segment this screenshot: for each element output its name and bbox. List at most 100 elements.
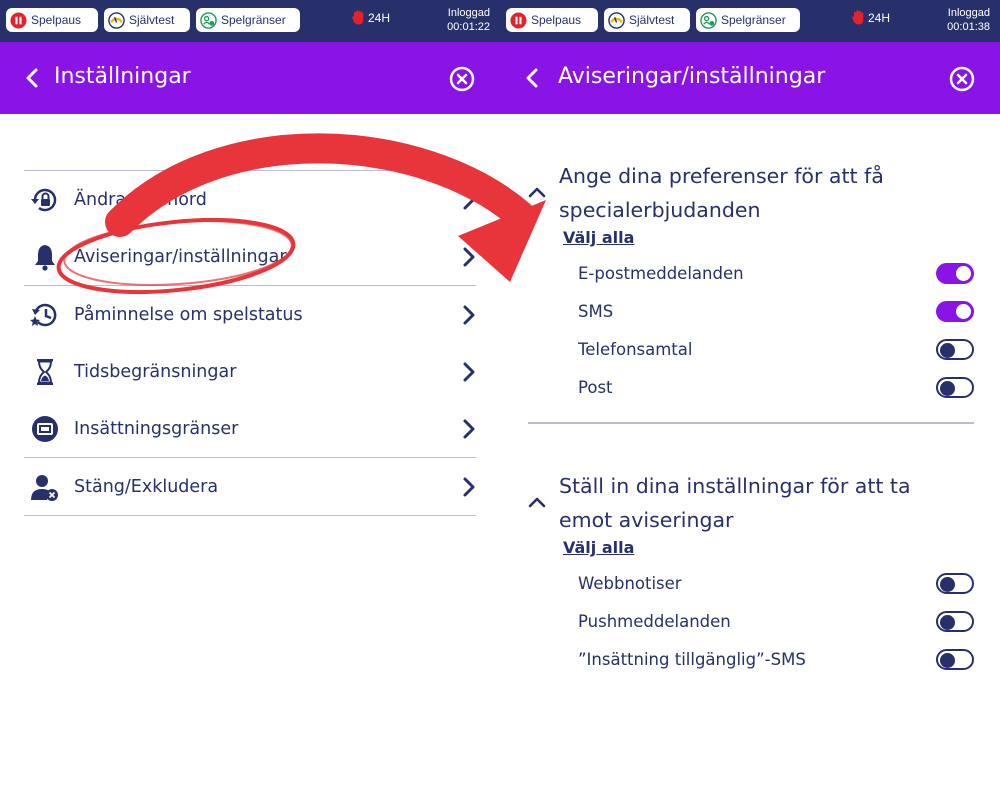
notifications-settings-screen: Spelpaus Självtest Spelgränser 24H Inlog…	[500, 0, 1000, 800]
pause-icon	[510, 11, 527, 29]
option-email: E-postmeddelanden	[528, 256, 974, 294]
menu-label: Påminnelse om spelstatus	[74, 304, 303, 325]
select-all-link[interactable]: Välj alla	[563, 538, 634, 557]
menu-item-play-status-reminder[interactable]: Påminnelse om spelstatus	[24, 286, 476, 343]
web-notifications-toggle[interactable]	[936, 573, 974, 594]
chevron-right-icon	[463, 362, 475, 382]
push-toggle[interactable]	[936, 611, 974, 632]
menu-label: Aviseringar/inställningar	[74, 246, 287, 267]
sms-toggle[interactable]	[936, 301, 974, 322]
gauge-icon	[608, 11, 625, 29]
sjalvtest-button[interactable]: Självtest	[104, 8, 190, 32]
limit-label: 24H	[368, 10, 391, 25]
menu-item-change-password[interactable]: Ändra lösenord	[24, 171, 476, 228]
option-label: ”Insättning tillgänglig”-SMS	[578, 650, 806, 669]
spelgranser-button[interactable]: Spelgränser	[196, 8, 300, 32]
lock-reset-icon	[31, 188, 57, 212]
menu-group-exclusion: Stäng/Exkludera	[24, 457, 476, 516]
logged-in-label: Inloggad	[447, 7, 490, 19]
option-label: Pushmeddelanden	[578, 612, 731, 631]
menu-label: Ändra lösenord	[74, 189, 207, 210]
phone-toggle[interactable]	[936, 339, 974, 360]
status-bar: Spelpaus Självtest Spelgränser 24H Inlog…	[0, 0, 500, 42]
section-title: Ställ in dina inställningar för att ta e…	[559, 474, 911, 532]
sjalvtest-button[interactable]: Självtest	[604, 8, 690, 32]
toggle-knob	[940, 652, 955, 668]
sjalvtest-label: Självtest	[129, 13, 175, 27]
chevron-right-icon	[463, 305, 475, 325]
option-label: Webbnotiser	[578, 574, 682, 593]
close-icon[interactable]	[449, 66, 475, 92]
menu-group-limits: Påminnelse om spelstatus Tidsbegränsning…	[24, 285, 476, 457]
option-deposit-sms: ”Insättning tillgänglig”-SMS	[528, 642, 974, 680]
spelpaus-label: Spelpaus	[531, 13, 582, 27]
option-phone: Telefonsamtal	[528, 332, 974, 370]
close-icon[interactable]	[949, 66, 975, 92]
toggle-knob	[956, 304, 971, 319]
option-label: E-postmeddelanden	[578, 264, 744, 283]
spelpaus-button[interactable]: Spelpaus	[6, 8, 98, 32]
limits-icon	[700, 11, 717, 29]
hand-stop-icon	[352, 10, 364, 25]
notification-settings-section: Ställ in dina inställningar för att ta e…	[528, 468, 974, 688]
chevron-up-icon[interactable]	[528, 496, 546, 508]
page-title: Aviseringar/inställningar	[558, 64, 826, 89]
gauge-icon	[108, 11, 125, 29]
time-limit-indicator[interactable]: 24H	[852, 10, 890, 25]
toggle-knob	[940, 614, 955, 630]
page-header: Inställningar	[0, 42, 500, 114]
time-limit-indicator[interactable]: 24H	[352, 10, 390, 25]
spelgranser-button[interactable]: Spelgränser	[696, 8, 800, 32]
menu-label: Stäng/Exkludera	[74, 476, 219, 497]
option-post: Post	[528, 370, 974, 408]
limits-icon	[200, 11, 217, 29]
hand-stop-icon	[852, 10, 864, 25]
post-toggle[interactable]	[936, 377, 974, 398]
toggle-knob	[940, 342, 955, 358]
back-chevron-icon[interactable]	[22, 64, 42, 92]
status-bar: Spelpaus Självtest Spelgränser 24H Inlog…	[500, 0, 1000, 42]
settings-screen: Spelpaus Självtest Spelgränser 24H Inlog…	[0, 0, 500, 800]
clock-history-icon	[30, 303, 57, 327]
option-sms: SMS	[528, 294, 974, 332]
menu-item-notifications[interactable]: Aviseringar/inställningar	[24, 228, 476, 285]
menu-item-close-exclude[interactable]: Stäng/Exkludera	[24, 458, 476, 515]
deposit-limit-icon	[32, 416, 58, 442]
select-all-link[interactable]: Välj alla	[563, 228, 634, 247]
spelgranser-label: Spelgränser	[721, 13, 786, 27]
toggle-knob	[956, 266, 971, 281]
back-chevron-icon[interactable]	[522, 64, 542, 92]
chevron-right-icon	[463, 247, 475, 267]
chevron-right-icon	[463, 419, 475, 439]
spelpaus-label: Spelpaus	[31, 13, 82, 27]
menu-label: Insättningsgränser	[74, 418, 239, 439]
user-exclude-icon	[31, 475, 58, 501]
spelpaus-button[interactable]: Spelpaus	[506, 8, 598, 32]
option-label: Telefonsamtal	[578, 340, 693, 359]
menu-item-deposit-limits[interactable]: Insättningsgränser	[24, 400, 476, 457]
settings-menu: Ändra lösenord Aviseringar/inställningar…	[24, 170, 476, 516]
option-web-notifications: Webbnotiser	[528, 566, 974, 604]
chevron-right-icon	[463, 190, 475, 210]
page-header: Aviseringar/inställningar	[500, 42, 1000, 114]
chevron-up-icon[interactable]	[528, 186, 546, 198]
bell-icon	[35, 245, 55, 271]
page-title: Inställningar	[54, 64, 191, 89]
login-timer: Inloggad 00:01:22	[447, 6, 490, 34]
spelgranser-label: Spelgränser	[221, 13, 286, 27]
menu-group-account: Ändra lösenord Aviseringar/inställningar	[24, 170, 476, 285]
deposit-sms-toggle[interactable]	[936, 649, 974, 670]
pause-icon	[10, 11, 27, 29]
toggle-knob	[940, 380, 955, 396]
option-label: SMS	[578, 302, 614, 321]
chevron-right-icon	[463, 477, 475, 497]
toggle-knob	[940, 576, 955, 592]
section-divider	[528, 422, 974, 424]
menu-item-time-limits[interactable]: Tidsbegränsningar	[24, 343, 476, 400]
section-title: Ange dina preferenser för att få special…	[559, 164, 884, 222]
option-label: Post	[578, 378, 613, 397]
offers-preferences-section: Ange dina preferenser för att få special…	[528, 158, 974, 408]
menu-label: Tidsbegränsningar	[74, 361, 237, 382]
email-toggle[interactable]	[936, 263, 974, 284]
logged-in-label: Inloggad	[947, 7, 990, 19]
